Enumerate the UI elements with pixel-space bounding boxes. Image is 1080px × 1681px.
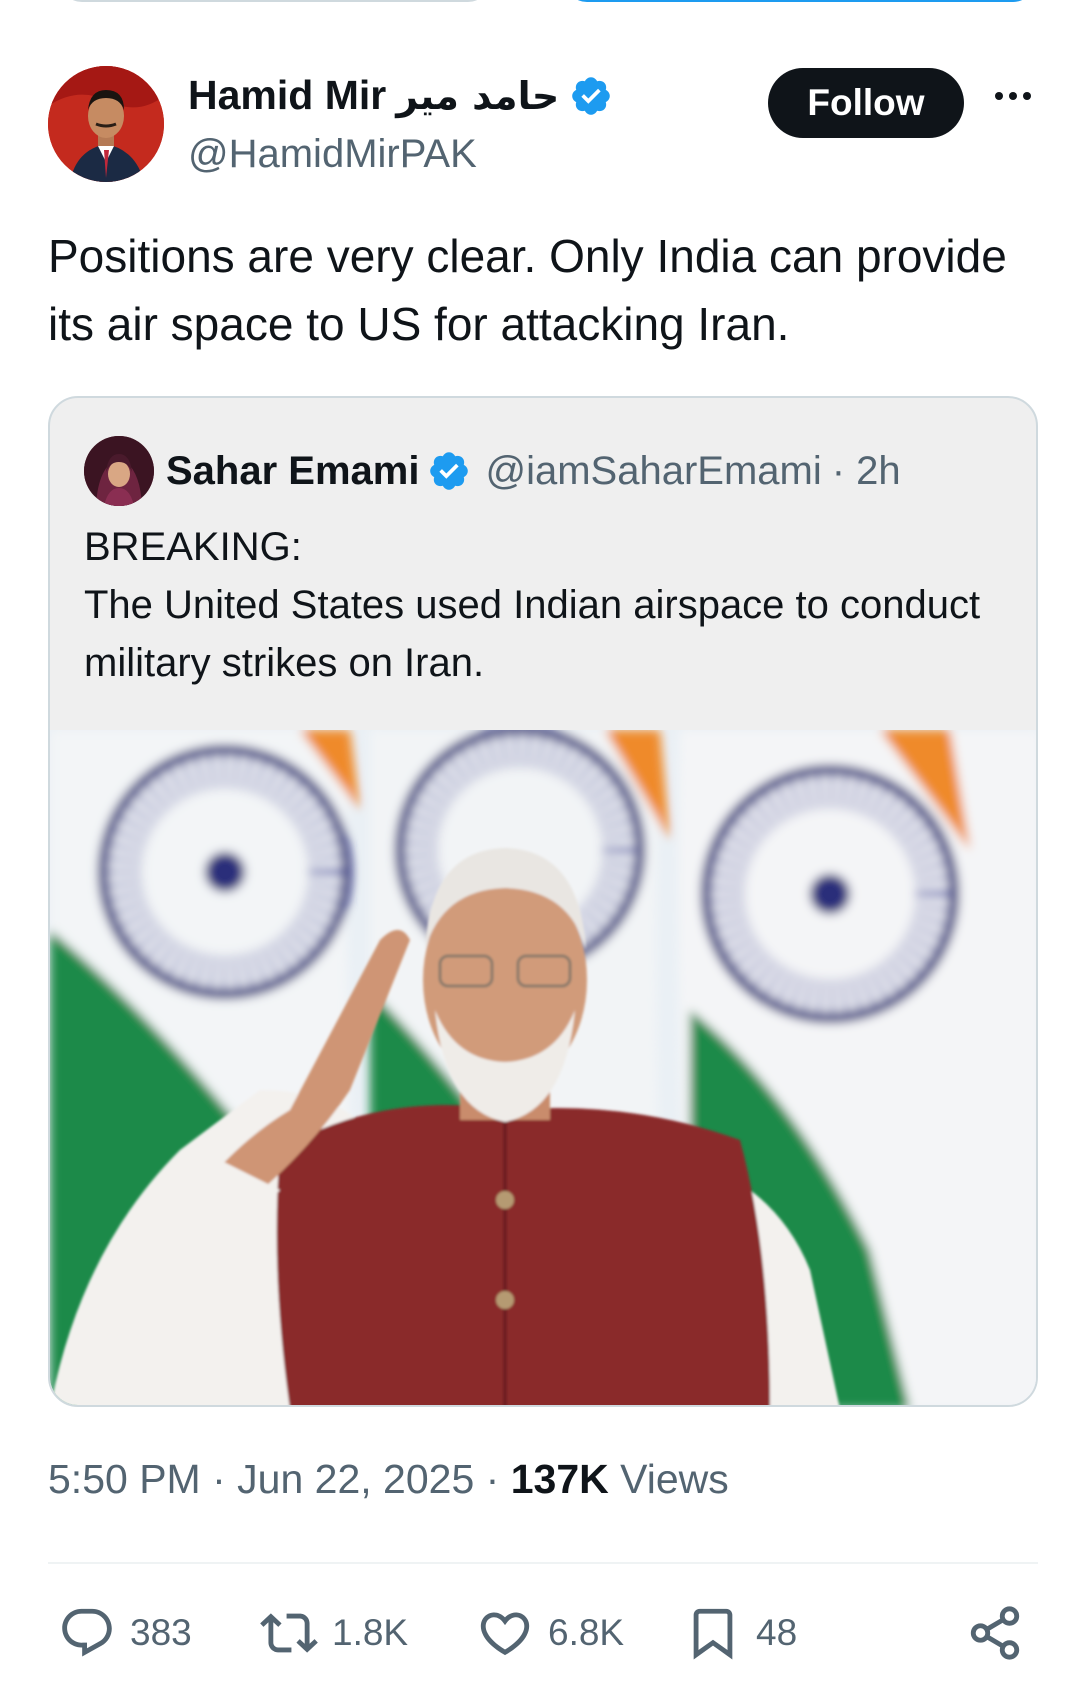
- like-count: 6.8K: [548, 1612, 625, 1653]
- heart-icon: [480, 1612, 530, 1656]
- verified-badge-icon[interactable]: [569, 74, 613, 118]
- quoted-avatar[interactable]: [84, 436, 154, 506]
- follow-button[interactable]: Follow: [768, 68, 964, 138]
- views-count[interactable]: 137K: [511, 1456, 609, 1502]
- quoted-text-line-breaking: BREAKING:: [84, 525, 302, 569]
- quoted-author-name[interactable]: Sahar Emami: [166, 449, 419, 494]
- bookmark-button[interactable]: 48: [684, 1598, 797, 1668]
- reply-count: 383: [130, 1612, 192, 1653]
- author-handle[interactable]: @HamidMirPAK: [188, 132, 477, 177]
- tweet-date[interactable]: Jun 22, 2025: [237, 1456, 474, 1502]
- quoted-avatar-image: [84, 436, 154, 506]
- repost-button[interactable]: 1.8K: [260, 1598, 408, 1668]
- quoted-tweet-time[interactable]: · 2h: [832, 449, 901, 494]
- meta-separator: ·: [485, 1456, 500, 1502]
- bookmark-icon: [693, 1608, 733, 1660]
- meta-separator: ·: [212, 1456, 226, 1502]
- photo-illustration: [50, 730, 1036, 1405]
- reply-button[interactable]: 383: [58, 1598, 192, 1668]
- quoted-author-handle[interactable]: @iamSaharEmami: [485, 449, 821, 494]
- quoted-tweet[interactable]: Sahar Emami @iamSaharEmami · 2h BREAKING…: [48, 396, 1038, 1407]
- avatar[interactable]: [48, 66, 164, 182]
- more-icon[interactable]: [988, 76, 1038, 116]
- share-icon: [970, 1606, 1020, 1660]
- quoted-tweet-image[interactable]: [50, 730, 1036, 1405]
- author-urdu-name[interactable]: حامد میر: [396, 74, 559, 118]
- previous-element-outline: [60, 0, 490, 2]
- quoted-tweet-text: BREAKING: The United States used Indian …: [84, 518, 1004, 692]
- reply-icon: [62, 1608, 112, 1657]
- share-button[interactable]: [966, 1598, 1024, 1668]
- quoted-text-line-body: The United States used Indian airspace t…: [84, 583, 981, 685]
- repost-icon: [260, 1613, 318, 1653]
- tweet-actions: 383 1.8K 6.8K 48: [48, 1598, 1038, 1668]
- tweet-meta: 5:50 PM · Jun 22, 2025 · 137K Views: [48, 1456, 729, 1503]
- quoted-tweet-header: Sahar Emami @iamSaharEmami · 2h: [84, 436, 901, 506]
- tweet-time[interactable]: 5:50 PM: [48, 1456, 201, 1502]
- repost-count: 1.8K: [332, 1612, 409, 1653]
- avatar-image: [48, 66, 164, 182]
- author-display-name[interactable]: Hamid Mir: [188, 72, 386, 119]
- verified-badge-icon[interactable]: [427, 449, 471, 493]
- divider: [48, 1562, 1038, 1564]
- tweet-text: Positions are very clear. Only India can…: [48, 230, 1007, 350]
- tweet-header: Hamid Mir حامد میر @HamidMirPAK Follow: [48, 66, 1038, 186]
- views-label: Views: [620, 1456, 729, 1502]
- bookmark-count: 48: [756, 1612, 798, 1653]
- like-button[interactable]: 6.8K: [476, 1598, 624, 1668]
- author-name-row: Hamid Mir حامد میر: [188, 72, 613, 119]
- previous-element-tab-indicator: [565, 0, 1035, 2]
